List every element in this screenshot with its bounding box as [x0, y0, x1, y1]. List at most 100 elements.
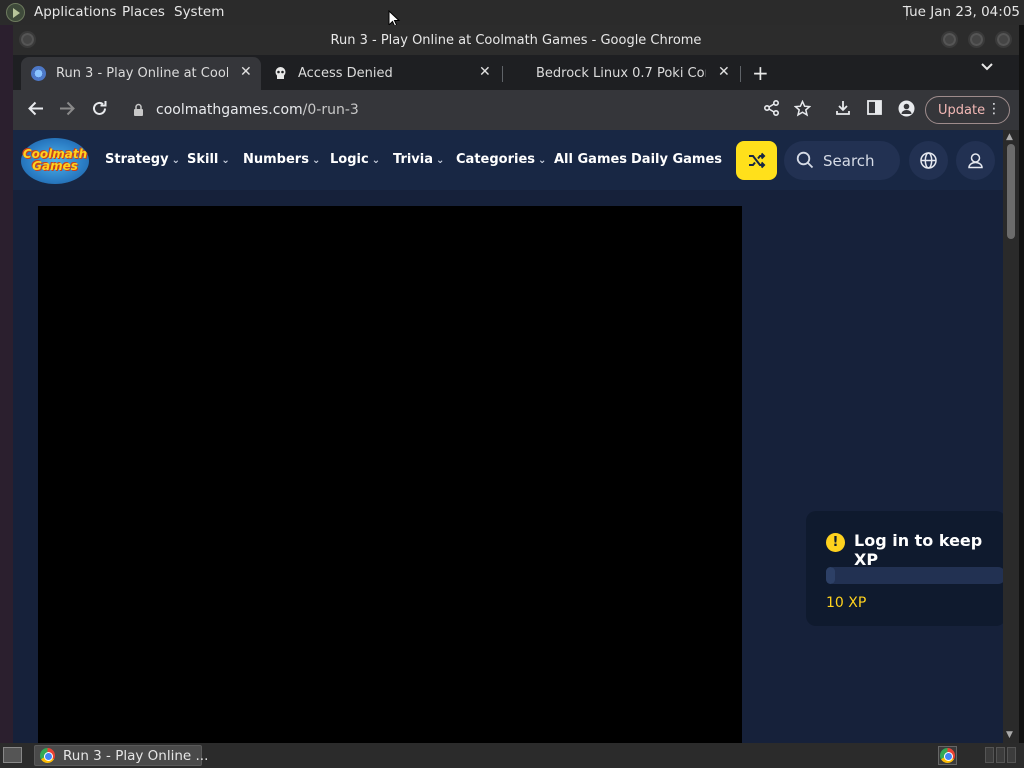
desktop-top-panel: Applications Places System Tue Jan 23, 0…	[0, 0, 1024, 28]
show-desktop-icon[interactable]	[3, 747, 22, 763]
nav-label: Logic	[330, 152, 369, 167]
nav-all-games[interactable]: All Games	[554, 152, 627, 167]
search-icon	[796, 151, 814, 169]
account-button[interactable]	[956, 141, 995, 180]
coolmath-favicon-icon	[31, 66, 46, 81]
forward-arrow-icon[interactable]	[59, 100, 76, 117]
tab-label: Access Denied	[298, 66, 393, 81]
system-menu[interactable]: System	[174, 4, 224, 20]
scrollbar-thumb[interactable]	[1007, 144, 1015, 239]
nav-skill[interactable]: Skill ⌄	[187, 152, 230, 167]
user-icon	[968, 153, 983, 169]
xp-progress-fill	[826, 567, 835, 584]
close-tab-icon[interactable]: ✕	[479, 64, 491, 80]
desktop-background	[0, 25, 13, 743]
chrome-icon	[940, 748, 955, 763]
back-arrow-icon[interactable]	[27, 100, 44, 117]
applications-menu[interactable]: Applications	[34, 4, 116, 20]
xp-progress-bar	[826, 567, 1006, 584]
close-tab-icon[interactable]: ✕	[718, 64, 730, 80]
url-text: coolmathgames.com/0-run-3	[156, 102, 359, 118]
taskbar-item-label: Run 3 - Play Online ...	[63, 748, 209, 764]
chevron-down-icon: ⌄	[436, 155, 445, 166]
random-game-button[interactable]	[736, 141, 777, 180]
tab-search-chevron-icon[interactable]	[981, 63, 993, 71]
tab-strip: Run 3 - Play Online at Coolmath Games ✕ …	[13, 55, 1019, 90]
site-navbar: Coolmath Games Strategy ⌄ Skill ⌄ Numbers ⌄…	[13, 130, 1003, 190]
window-titlebar[interactable]: Run 3 - Play Online at Coolmath Games - …	[13, 25, 1019, 55]
globe-icon	[920, 152, 937, 169]
nav-label: Categories	[456, 152, 536, 167]
nav-label: Skill	[187, 152, 219, 167]
url-path: /0-run-3	[302, 102, 359, 118]
nav-label: Numbers	[243, 152, 309, 167]
chevron-down-icon: ⌄	[538, 155, 547, 166]
browser-window: Run 3 - Play Online at Coolmath Games - …	[13, 25, 1019, 743]
bookmark-star-icon[interactable]	[794, 100, 811, 117]
workspace-switcher-1[interactable]	[985, 747, 994, 763]
update-label: Update	[938, 103, 986, 118]
warning-icon: !	[826, 533, 845, 552]
update-button[interactable]: Update ⋮	[925, 96, 1010, 124]
page-viewport: Coolmath Games Strategy ⌄ Skill ⌄ Numbers ⌄…	[13, 130, 1019, 743]
distro-logo-icon[interactable]	[6, 3, 25, 22]
window-title: Run 3 - Play Online at Coolmath Games - …	[330, 33, 702, 48]
logo-text-line2: Games	[32, 159, 78, 173]
tab-divider	[740, 66, 741, 82]
xp-card-title: Log in to keep XP	[854, 531, 983, 569]
game-canvas[interactable]	[38, 206, 742, 743]
new-tab-button[interactable]: +	[752, 61, 769, 85]
site-search-button[interactable]: Search	[784, 141, 900, 180]
taskbar-window-item[interactable]: Run 3 - Play Online ...	[34, 745, 208, 766]
shuffle-icon	[749, 152, 766, 169]
close-window-button[interactable]	[995, 31, 1012, 48]
tab-bedrock-linux[interactable]: Bedrock Linux 0.7 Poki Community ✕	[503, 57, 739, 90]
browser-toolbar: coolmathgames.com/0-run-3 Update ⋮	[13, 90, 1019, 130]
profile-avatar-icon[interactable]	[898, 100, 915, 117]
nav-label: Strategy	[105, 152, 169, 167]
desktop-taskbar: Run 3 - Play Online ...	[0, 743, 1024, 768]
close-tab-icon[interactable]: ✕	[240, 64, 252, 80]
workspace-switcher-2[interactable]	[996, 747, 1005, 763]
reload-icon[interactable]	[91, 100, 108, 117]
lock-icon[interactable]	[133, 103, 144, 116]
chevron-down-icon: ⌄	[371, 155, 381, 166]
nav-numbers[interactable]: Numbers ⌄	[243, 152, 320, 167]
nav-logic[interactable]: Logic ⌄	[330, 152, 380, 167]
language-button[interactable]	[909, 141, 948, 180]
nav-strategy[interactable]: Strategy ⌄	[105, 152, 180, 167]
tab-access-denied[interactable]: Access Denied ✕	[263, 57, 499, 90]
tab-label: Bedrock Linux 0.7 Poki Community	[536, 66, 706, 81]
scroll-down-arrow-icon[interactable]: ▼	[1006, 730, 1013, 740]
xp-value: 10 XP	[826, 595, 867, 611]
address-bar[interactable]: coolmathgames.com/0-run-3	[121, 95, 811, 125]
share-icon[interactable]	[764, 100, 779, 116]
kebab-menu-icon[interactable]: ⋮	[987, 101, 1001, 117]
nav-categories[interactable]: Categories ⌄	[456, 152, 546, 167]
download-icon[interactable]	[835, 100, 851, 116]
scroll-up-arrow-icon[interactable]: ▲	[1006, 132, 1013, 142]
xp-login-card[interactable]: ! Log in to keep XP 10 XP	[806, 511, 1006, 626]
maximize-button[interactable]	[968, 31, 985, 48]
chevron-down-icon: ⌄	[221, 155, 230, 166]
tray-chrome-launcher[interactable]	[938, 746, 957, 765]
nav-daily-games[interactable]: Daily Games	[631, 152, 722, 167]
nav-label: Trivia	[393, 152, 434, 167]
search-label: Search	[823, 152, 875, 170]
access-denied-favicon-icon	[275, 67, 286, 79]
page-scrollbar[interactable]: ▲ ▼	[1003, 130, 1019, 743]
side-panel-icon[interactable]	[867, 100, 882, 115]
chevron-down-icon: ⌄	[171, 155, 180, 166]
tab-run-3[interactable]: Run 3 - Play Online at Coolmath Games ✕	[21, 57, 261, 90]
places-menu[interactable]: Places	[122, 4, 165, 20]
coolmath-logo[interactable]: Coolmath Games	[21, 138, 89, 184]
nav-trivia[interactable]: Trivia ⌄	[393, 152, 444, 167]
chrome-icon	[40, 748, 55, 763]
workspace-switcher-3[interactable]	[1007, 747, 1016, 763]
tab-label: Run 3 - Play Online at Coolmath Games	[56, 66, 228, 81]
desktop-background	[1019, 25, 1024, 743]
url-host: coolmathgames.com	[156, 102, 303, 118]
clock[interactable]: Tue Jan 23, 04:05	[903, 4, 1020, 20]
chevron-down-icon: ⌄	[311, 155, 321, 166]
minimize-button[interactable]	[941, 31, 958, 48]
